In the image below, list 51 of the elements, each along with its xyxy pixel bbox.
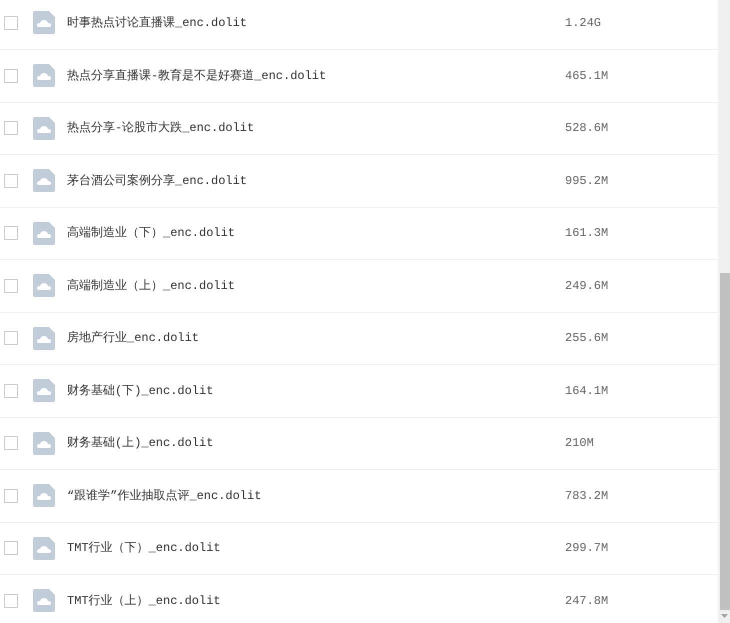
cloud-file-icon	[33, 536, 55, 560]
cloud-file-icon	[33, 589, 55, 612]
file-name[interactable]: 热点分享直播课-教育是不是好赛道_enc.dolit	[67, 66, 565, 85]
cloud-file-icon	[33, 432, 55, 455]
file-name[interactable]: 财务基础(上)_enc.dolit	[67, 434, 565, 452]
checkbox[interactable]	[4, 68, 18, 83]
cloud-file-icon	[33, 379, 55, 402]
file-name[interactable]: TMT行业（下）_enc.dolit	[67, 539, 565, 558]
file-name[interactable]: 时事热点讨论直播课_enc.dolit	[67, 14, 565, 32]
scrollbar[interactable]	[718, 0, 730, 623]
cloud-file-icon	[33, 274, 55, 298]
cloud-file-icon	[33, 64, 55, 88]
scrollbar-thumb[interactable]	[720, 273, 730, 610]
file-name[interactable]: TMT行业（上）_enc.dolit	[67, 592, 565, 610]
file-size: 247.8M	[565, 592, 608, 610]
checkbox[interactable]	[4, 226, 18, 240]
checkbox[interactable]	[4, 331, 18, 346]
file-size: 161.3M	[565, 225, 608, 242]
checkbox[interactable]	[4, 541, 18, 556]
file-size: 164.1M	[565, 382, 608, 400]
file-size: 255.6M	[565, 330, 608, 348]
checkbox[interactable]	[4, 384, 18, 398]
file-name[interactable]: “跟谁学”作业抽取点评_enc.dolit	[67, 486, 565, 505]
checkbox[interactable]	[4, 436, 18, 450]
checkbox[interactable]	[4, 488, 18, 503]
cloud-file-icon	[33, 326, 55, 350]
checkbox[interactable]	[4, 16, 18, 30]
file-name[interactable]: 茅台酒公司案例分享_enc.dolit	[67, 172, 565, 190]
file-size: 465.1M	[565, 68, 608, 85]
cloud-file-icon	[33, 484, 55, 508]
cloud-file-icon	[33, 116, 55, 140]
checkbox[interactable]	[4, 174, 18, 188]
file-size: 249.6M	[565, 278, 608, 295]
file-size: 299.7M	[565, 540, 608, 558]
cloud-file-icon	[33, 222, 55, 245]
file-name[interactable]: 高端制造业（下）_enc.dolit	[67, 224, 565, 242]
cloud-file-icon	[33, 169, 55, 192]
file-name[interactable]: 财务基础(下)_enc.dolit	[67, 382, 565, 400]
file-name[interactable]: 高端制造业（上）_enc.dolit	[67, 276, 565, 295]
checkbox[interactable]	[4, 278, 18, 293]
scroll-down-icon[interactable]	[721, 614, 728, 619]
cloud-file-icon	[33, 11, 55, 34]
checkbox[interactable]	[4, 121, 18, 136]
file-size: 995.2M	[565, 172, 608, 190]
file-size: 1.24G	[565, 14, 602, 32]
file-size: 783.2M	[565, 488, 608, 505]
file-name[interactable]: 热点分享-论股市大跌_enc.dolit	[67, 119, 565, 138]
checkbox[interactable]	[4, 594, 18, 608]
file-name[interactable]: 房地产行业_enc.dolit	[67, 329, 565, 348]
file-size: 210M	[565, 435, 594, 452]
file-size: 528.6M	[565, 120, 608, 138]
